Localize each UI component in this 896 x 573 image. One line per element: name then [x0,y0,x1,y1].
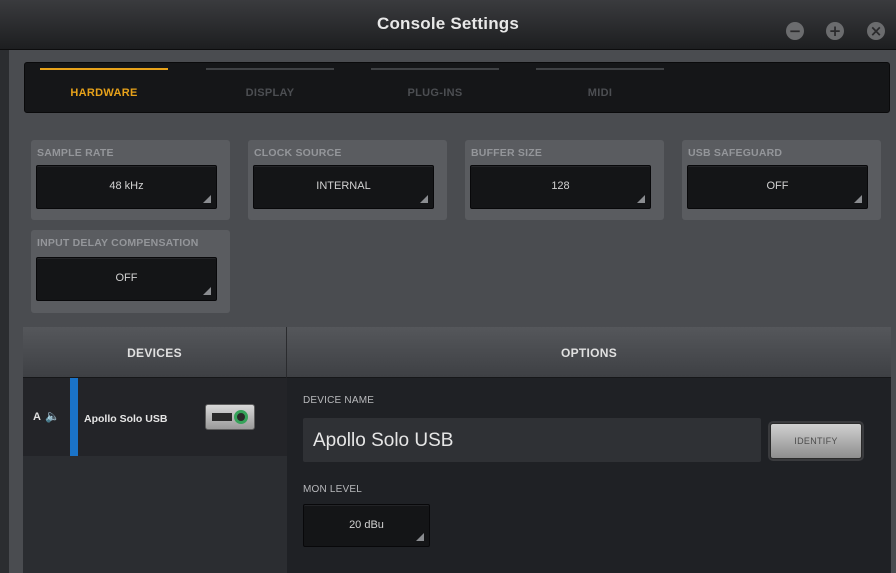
options-panel: DEVICE NAME Apollo Solo USB IDENTIFY MON… [287,378,891,573]
device-name-label: Apollo Solo USB [84,413,168,425]
tab-midi[interactable]: MIDI [536,63,664,112]
tab-label: HARDWARE [70,87,138,99]
settings-content: HARDWARE DISPLAY PLUG-INS MIDI SAMPLE RA… [9,50,896,573]
device-icon-knob [234,410,248,424]
device-name-field-label: DEVICE NAME [303,395,375,406]
dropdown-arrow-icon [203,287,211,295]
buffer-size-dropdown[interactable]: 128 [470,165,651,209]
mon-level-label: MON LEVEL [303,484,363,495]
speaker-icon[interactable]: 🔈 [45,409,60,423]
usb-safeguard-dropdown[interactable]: OFF [687,165,868,209]
devices-options-area: DEVICES OPTIONS A 🔈 Apollo Solo USB DEVI… [23,327,891,573]
tab-indicator [206,68,334,70]
tab-plug-ins[interactable]: PLUG-INS [371,63,499,112]
options-header-label: OPTIONS [560,346,618,360]
sample-rate-value: 48 kHz [109,180,144,192]
usb-safeguard-label: USB SAFEGUARD [688,147,783,159]
tab-bar: HARDWARE DISPLAY PLUG-INS MIDI [24,62,890,113]
close-button[interactable]: × [867,22,885,40]
identify-button-label: IDENTIFY [794,436,838,446]
tab-label: DISPLAY [245,87,295,99]
buffer-size-label: BUFFER SIZE [471,147,543,159]
clock-source-dropdown[interactable]: INTERNAL [253,165,434,209]
input-delay-label: INPUT DELAY COMPENSATION [37,237,199,249]
dropdown-arrow-icon [420,195,428,203]
device-letter: A [33,411,41,423]
buffer-size-panel: BUFFER SIZE 128 [465,140,664,220]
device-icon [205,404,255,430]
identify-button[interactable]: IDENTIFY [770,423,862,459]
tab-indicator [536,68,664,70]
options-header: OPTIONS [287,327,891,378]
tab-label: PLUG-INS [407,87,463,99]
device-list: A 🔈 Apollo Solo USB [23,378,287,573]
dropdown-arrow-icon [637,195,645,203]
devices-header-label: DEVICES [127,346,182,360]
clock-source-label: CLOCK SOURCE [254,147,342,159]
usb-safeguard-panel: USB SAFEGUARD OFF [682,140,881,220]
dropdown-arrow-icon [416,533,424,541]
dropdown-arrow-icon [854,195,862,203]
mon-level-dropdown[interactable]: 20 dBu [303,504,430,547]
tab-label: MIDI [587,87,613,99]
tab-display[interactable]: DISPLAY [206,63,334,112]
window-title: Console Settings [376,14,520,33]
tab-hardware[interactable]: HARDWARE [40,63,168,112]
selection-bar [70,378,78,456]
device-name-field[interactable]: Apollo Solo USB [303,418,761,462]
device-name-value: Apollo Solo USB [313,430,454,451]
sample-rate-label: SAMPLE RATE [37,147,114,159]
clock-source-panel: CLOCK SOURCE INTERNAL [248,140,447,220]
devices-header: DEVICES [23,327,287,378]
input-delay-panel: INPUT DELAY COMPENSATION OFF [31,230,230,313]
maximize-button[interactable]: + [826,22,844,40]
device-icon-display [212,413,232,421]
usb-safeguard-value: OFF [766,180,789,192]
buffer-size-value: 128 [551,180,570,192]
sample-rate-dropdown[interactable]: 48 kHz [36,165,217,209]
sample-rate-panel: SAMPLE RATE 48 kHz [31,140,230,220]
mon-level-value: 20 dBu [349,519,384,531]
tab-indicator [371,68,499,70]
title-bar: Console Settings − + × [0,0,896,50]
input-delay-dropdown[interactable]: OFF [36,257,217,301]
tab-indicator [40,68,168,70]
input-delay-value: OFF [115,272,138,284]
minimize-button[interactable]: − [786,22,804,40]
dropdown-arrow-icon [203,195,211,203]
clock-source-value: INTERNAL [316,180,371,192]
device-row[interactable]: A 🔈 Apollo Solo USB [23,378,287,456]
